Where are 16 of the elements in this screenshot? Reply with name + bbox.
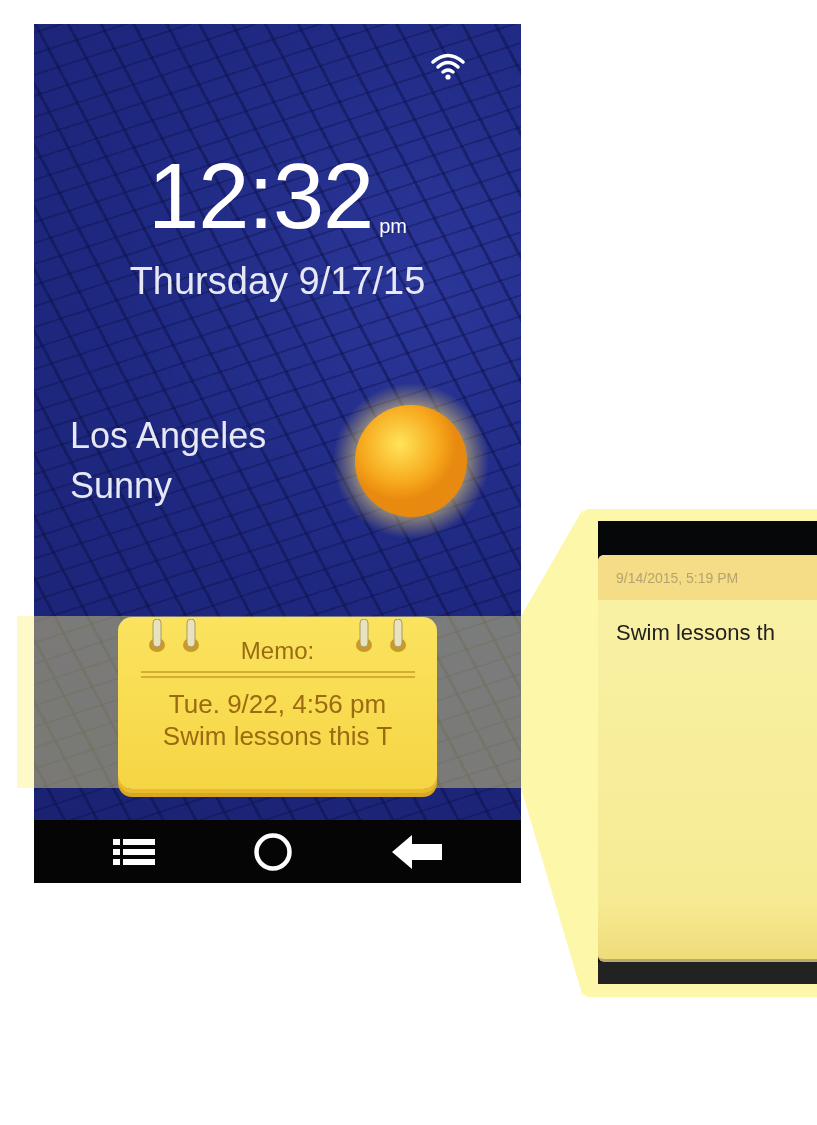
- clock-period: pm: [379, 215, 407, 238]
- weather-city: Los Angeles: [70, 414, 267, 458]
- memo-title: Memo:: [240, 637, 315, 665]
- note-timestamp: 9/14/2015, 5:19 PM: [616, 569, 739, 586]
- ring-icon: [182, 619, 200, 655]
- clock-time: 12:32: [148, 150, 374, 242]
- wifi-icon: [431, 52, 465, 80]
- weather-condition: Sunny: [70, 464, 174, 508]
- note-text: Swim lessons th: [616, 620, 775, 645]
- ring-icon: [148, 619, 166, 655]
- clock-date: Thursday 9/17/15: [129, 260, 426, 303]
- memo-text: Swim lessons this T: [162, 720, 393, 752]
- ring-icon: [355, 619, 373, 655]
- memo-date: Tue. 9/22, 4:56 pm: [168, 688, 387, 720]
- ring-icon: [389, 619, 407, 655]
- sun-icon: [331, 381, 491, 541]
